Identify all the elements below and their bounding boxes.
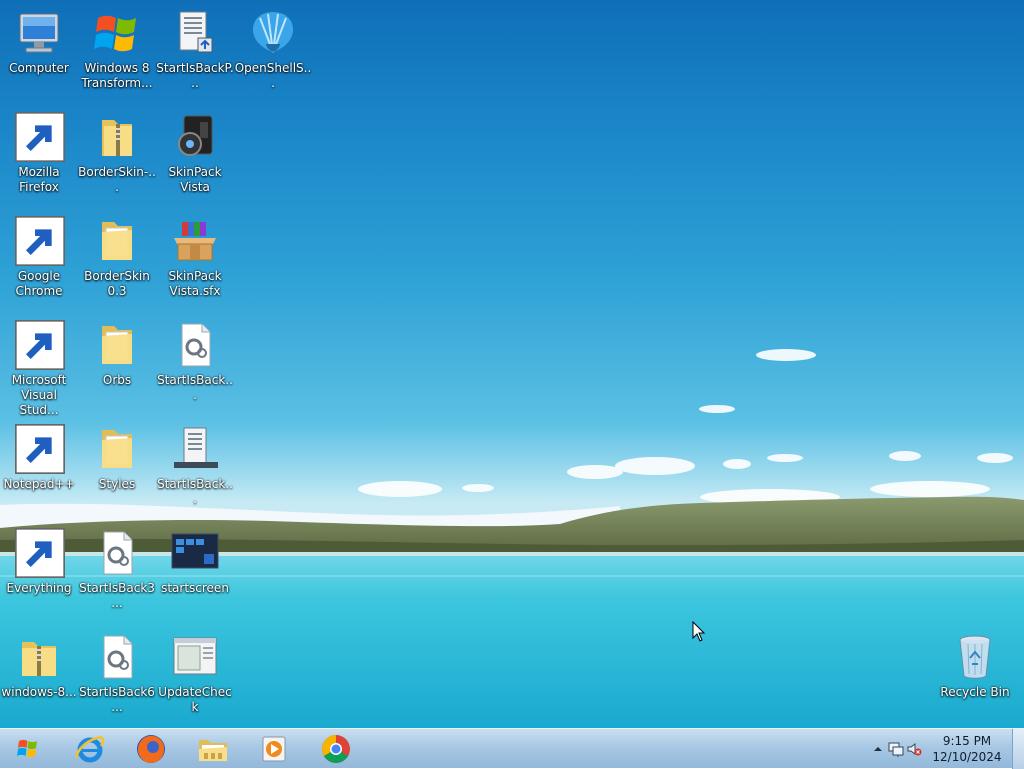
installer-icon [179, 11, 213, 53]
desktop-icon-label: StartIsBack... [157, 477, 233, 506]
computer-icon [19, 13, 59, 53]
taskbar-media-player[interactable] [250, 731, 298, 767]
desktop-icon-label: OpenShellS... [234, 61, 312, 90]
screenshot-file-icon [171, 533, 219, 569]
show-desktop-button[interactable] [1012, 729, 1024, 769]
taskbar-firefox[interactable] [127, 731, 175, 767]
settings-file-icon [181, 323, 211, 367]
desktop[interactable]: Computer Mozilla Firefox Google Chrome M… [0, 0, 1024, 728]
desktop-icon-borderskin-0-3[interactable]: BorderSkin 0.3 [78, 216, 156, 299]
chrome-icon [322, 735, 350, 763]
system-tray: 9:15 PM 12/10/2024 [864, 729, 1024, 769]
windows-logo-icon [94, 15, 136, 52]
file-explorer-icon [199, 740, 227, 761]
desktop-icon-label: SkinPack Vista.sfx [168, 269, 222, 298]
desktop-icon-windows-8-transform[interactable]: Windows 8 Transform... [78, 8, 156, 91]
window-app-icon [173, 637, 217, 675]
desktop-icon-openshell[interactable]: OpenShellS... [234, 8, 312, 91]
settings-file-icon [103, 531, 133, 575]
desktop-icon-startisbackp[interactable]: StartIsBackP... [156, 8, 234, 91]
taskbar-file-explorer[interactable] [189, 731, 237, 767]
folder-icon [102, 326, 132, 364]
firefox-icon [137, 735, 165, 763]
desktop-icon-label: StartIsBack3... [79, 581, 155, 610]
shortcut-arrow-icon [15, 528, 65, 578]
desktop-icon-windows-8-zip[interactable]: windows-8... [0, 632, 78, 700]
shell-icon [252, 12, 294, 53]
desktop-icon-label: BorderSkin-... [78, 165, 156, 194]
desktop-icon-label: Computer [9, 61, 69, 75]
desktop-icon-label: BorderSkin 0.3 [84, 269, 150, 298]
desktop-icon-orbs[interactable]: Orbs [78, 320, 156, 388]
desktop-icon-notepad-plus-plus[interactable]: Notepad++ [0, 424, 78, 492]
desktop-icon-label: StartIsBack6... [79, 685, 155, 714]
folder-icon [102, 222, 132, 260]
shortcut-arrow-icon [15, 216, 65, 266]
desktop-icon-recycle-bin[interactable]: Recycle Bin [936, 632, 1014, 700]
clock-time: 9:15 PM [942, 734, 992, 748]
desktop-icon-label: Windows 8 Transform... [81, 61, 153, 90]
clock-date: 12/10/2024 [932, 750, 1002, 764]
desktop-icon-label: Microsoft Visual Stud... [11, 373, 67, 417]
installer-icon [174, 427, 218, 468]
folder-icon [102, 430, 132, 468]
desktop-icon-skinpack-vista-sfx[interactable]: SkinPack Vista.sfx [156, 216, 234, 299]
desktop-icon-label: Recycle Bin [940, 685, 1010, 699]
mouse-cursor-icon [692, 621, 706, 642]
desktop-icon-startisback6[interactable]: StartIsBack6... [78, 632, 156, 715]
internet-explorer-icon [75, 736, 105, 763]
desktop-icon-styles[interactable]: Styles [78, 424, 156, 492]
taskbar-internet-explorer[interactable] [66, 731, 114, 767]
desktop-icon-google-chrome[interactable]: Google Chrome [0, 216, 78, 299]
desktop-icon-label: Notepad++ [3, 477, 75, 491]
settings-file-icon [103, 635, 133, 679]
zip-folder-icon [102, 120, 132, 156]
windows-start-icon [17, 739, 37, 758]
desktop-icon-updatecheck[interactable]: UpdateCheck [156, 632, 234, 715]
media-player-icon [262, 736, 286, 762]
desktop-icon-startscreen[interactable]: startscreen [156, 528, 234, 596]
desktop-icon-label: StartIsBackP... [156, 61, 234, 90]
desktop-icon-label: Styles [98, 477, 136, 491]
zip-folder-icon [22, 642, 56, 676]
desktop-icon-label: windows-8... [1, 685, 77, 699]
desktop-icon-mozilla-firefox[interactable]: Mozilla Firefox [0, 112, 78, 195]
desktop-icon-label: UpdateCheck [158, 685, 232, 714]
desktop-icon-label: startscreen [161, 581, 229, 595]
skinpack-icon [178, 115, 213, 156]
shortcut-arrow-icon [15, 424, 65, 474]
desktop-icon-computer[interactable]: Computer [0, 8, 78, 76]
desktop-icon-everything[interactable]: Everything [0, 528, 78, 596]
desktop-icon-startisback-installer[interactable]: StartIsBack... [156, 424, 234, 507]
desktop-icon-label: StartIsBack... [157, 373, 233, 402]
shortcut-arrow-icon [15, 320, 65, 370]
show-hidden-icons-icon[interactable] [870, 741, 886, 757]
desktop-icon-startisback3[interactable]: StartIsBack3... [78, 528, 156, 611]
taskbar: 9:15 PM 12/10/2024 [0, 728, 1024, 769]
volume-muted-icon[interactable] [906, 741, 922, 757]
desktop-icon-microsoft-visual-studio[interactable]: Microsoft Visual Stud... [0, 320, 78, 418]
taskbar-chrome[interactable] [312, 731, 360, 767]
desktop-icon-label: Orbs [102, 373, 132, 387]
desktop-icon-label: Everything [6, 581, 72, 595]
start-button[interactable] [4, 731, 52, 767]
network-icon[interactable] [888, 741, 904, 757]
desktop-icon-label: SkinPack Vista [168, 165, 222, 194]
desktop-icon-borderskin-zip[interactable]: BorderSkin-... [78, 112, 156, 195]
desktop-icon-skinpack-vista[interactable]: SkinPack Vista [156, 112, 234, 195]
desktop-icon-startisback-settings[interactable]: StartIsBack... [156, 320, 234, 403]
desktop-icon-label: Google Chrome [15, 269, 63, 298]
archive-box-icon [174, 222, 216, 261]
taskbar-clock[interactable]: 9:15 PM 12/10/2024 [924, 733, 1010, 765]
desktop-icon-label: Mozilla Firefox [18, 165, 60, 194]
recycle-bin-icon [959, 635, 991, 679]
shortcut-arrow-icon [15, 112, 65, 162]
